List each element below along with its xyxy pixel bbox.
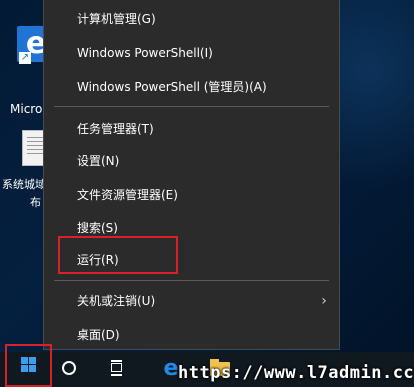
chevron-right-icon: › <box>321 293 327 309</box>
menu-item-desktop[interactable]: 桌面(D) <box>44 323 339 347</box>
start-button[interactable] <box>5 344 52 387</box>
menu-item-powershell-admin[interactable]: Windows PowerShell (管理员)(A) <box>44 75 339 99</box>
run-highlight-box <box>58 236 178 274</box>
windows-logo-icon <box>21 357 37 373</box>
menu-item-shutdown-signout[interactable]: 关机或注销(U) › <box>44 289 339 313</box>
menu-item-powershell[interactable]: Windows PowerShell(I) <box>44 41 339 65</box>
desktop-icon-label: 系统城域 <box>2 178 44 191</box>
search-circle-icon[interactable] <box>62 361 76 375</box>
menu-item-task-manager[interactable]: 任务管理器(T) <box>44 117 339 141</box>
desktop-icon-label-line2: 布 <box>30 196 41 209</box>
menu-item-computer-management[interactable]: 计算机管理(G) <box>44 7 339 31</box>
menu-item-label: 关机或注销(U) <box>77 294 156 308</box>
watermark: https://www.l7admin.cc <box>178 363 414 383</box>
menu-item-settings[interactable]: 设置(N) <box>44 149 339 173</box>
menu-separator <box>54 280 329 281</box>
start-context-menu: 计算机管理(G) Windows PowerShell(I) Windows P… <box>43 0 340 350</box>
task-view-icon[interactable] <box>108 360 126 376</box>
menu-separator <box>54 106 329 107</box>
menu-item-file-explorer[interactable]: 文件资源管理器(E) <box>44 183 339 207</box>
shortcut-arrow-icon: ↗ <box>19 52 31 64</box>
